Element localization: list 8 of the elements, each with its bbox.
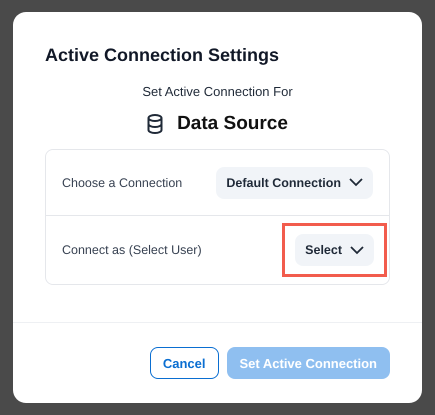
dropdown[interactable]: Default Connection [216,166,373,198]
field-label: Choose a Connection [62,176,182,190]
cancel-button[interactable]: Cancel [150,347,219,379]
source-name: Data Source [177,113,288,135]
field-label: Connect as (Select User) [62,243,202,257]
subtitle: Set Active Connection For [141,84,294,99]
dialog-title: Active Connection Settings [45,44,280,66]
dropdown[interactable]: Select [295,234,374,266]
